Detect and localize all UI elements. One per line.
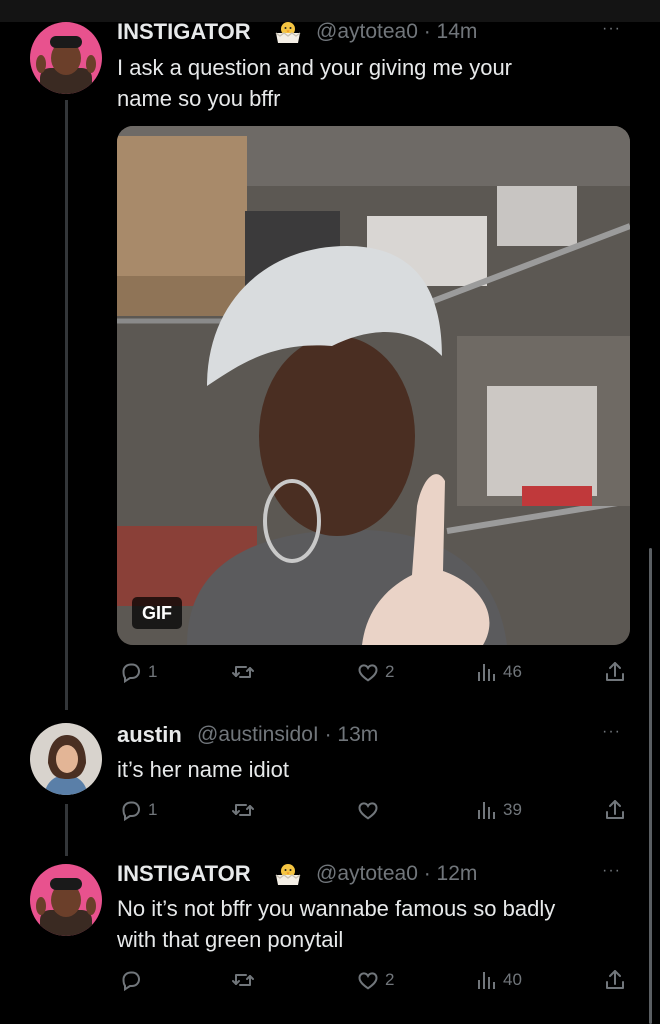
view-count: 40 [503,970,522,989]
like-button[interactable] [356,798,380,822]
heart-icon [356,660,380,684]
retweet-icon [231,798,255,822]
thread-line [65,100,68,710]
reply-button[interactable]: 1 [119,798,157,822]
view-count: 46 [503,662,522,681]
avatar[interactable] [30,22,102,94]
heart-icon [356,798,380,822]
reply-count: 1 [148,662,158,681]
share-icon [603,968,627,992]
avatar[interactable] [30,864,102,936]
share-button[interactable] [603,798,627,822]
user-handle[interactable]: @aytotea0 · 14m [316,20,477,44]
retweet-button[interactable] [231,660,255,684]
tweet-text: No it’s not bffr you wannabe famous so b… [117,896,556,952]
gif-media[interactable]: GIF [117,126,630,645]
more-options-icon[interactable]: ··· [602,20,621,38]
more-options-icon[interactable]: ··· [602,723,621,741]
reply-icon [119,968,143,992]
heart-icon [356,968,380,992]
timestamp[interactable]: · 12m [424,862,478,885]
like-button[interactable]: 2 [356,660,394,684]
share-icon [603,660,627,684]
like-count: 2 [385,662,395,681]
views-button[interactable]: 46 [474,660,522,684]
retweet-button[interactable] [231,798,255,822]
share-button[interactable] [603,660,627,684]
views-icon [474,968,498,992]
hatching-chick-icon [273,20,303,46]
top-status-bar [0,0,660,22]
share-icon [603,798,627,822]
thread-line [65,804,68,856]
share-button[interactable] [603,968,627,992]
views-icon [474,798,498,822]
timestamp[interactable]: · 13m [325,723,379,746]
more-options-icon[interactable]: ··· [602,862,621,880]
user-handle[interactable]: @aytotea0 · 12m [316,862,477,886]
views-button[interactable]: 40 [474,968,522,992]
gif-still-image [117,126,630,645]
hatching-chick-icon [273,862,303,888]
reply-button[interactable]: 1 [119,660,157,684]
display-name[interactable]: INSTIGATOR [117,19,251,45]
views-icon [474,660,498,684]
reply-icon [119,660,143,684]
reply-button[interactable] [119,968,143,992]
tweet-text: I ask a question and your giving me your… [117,55,513,111]
display-name[interactable]: austin [117,722,182,748]
display-name[interactable]: INSTIGATOR [117,861,251,887]
timestamp[interactable]: · 14m [424,20,478,43]
user-handle[interactable]: @austinsidoI · 13m [197,723,378,747]
tweet-text: it’s her name idiot [117,757,290,782]
reply-icon [119,798,143,822]
like-count: 2 [385,970,395,989]
retweet-button[interactable] [231,968,255,992]
like-button[interactable]: 2 [356,968,394,992]
retweet-icon [231,660,255,684]
gif-badge: GIF [132,597,182,629]
retweet-icon [231,968,255,992]
views-button[interactable]: 39 [474,798,522,822]
reply-count: 1 [148,800,158,819]
view-count: 39 [503,800,522,819]
avatar[interactable] [30,723,102,795]
scrollbar[interactable] [649,548,652,1024]
